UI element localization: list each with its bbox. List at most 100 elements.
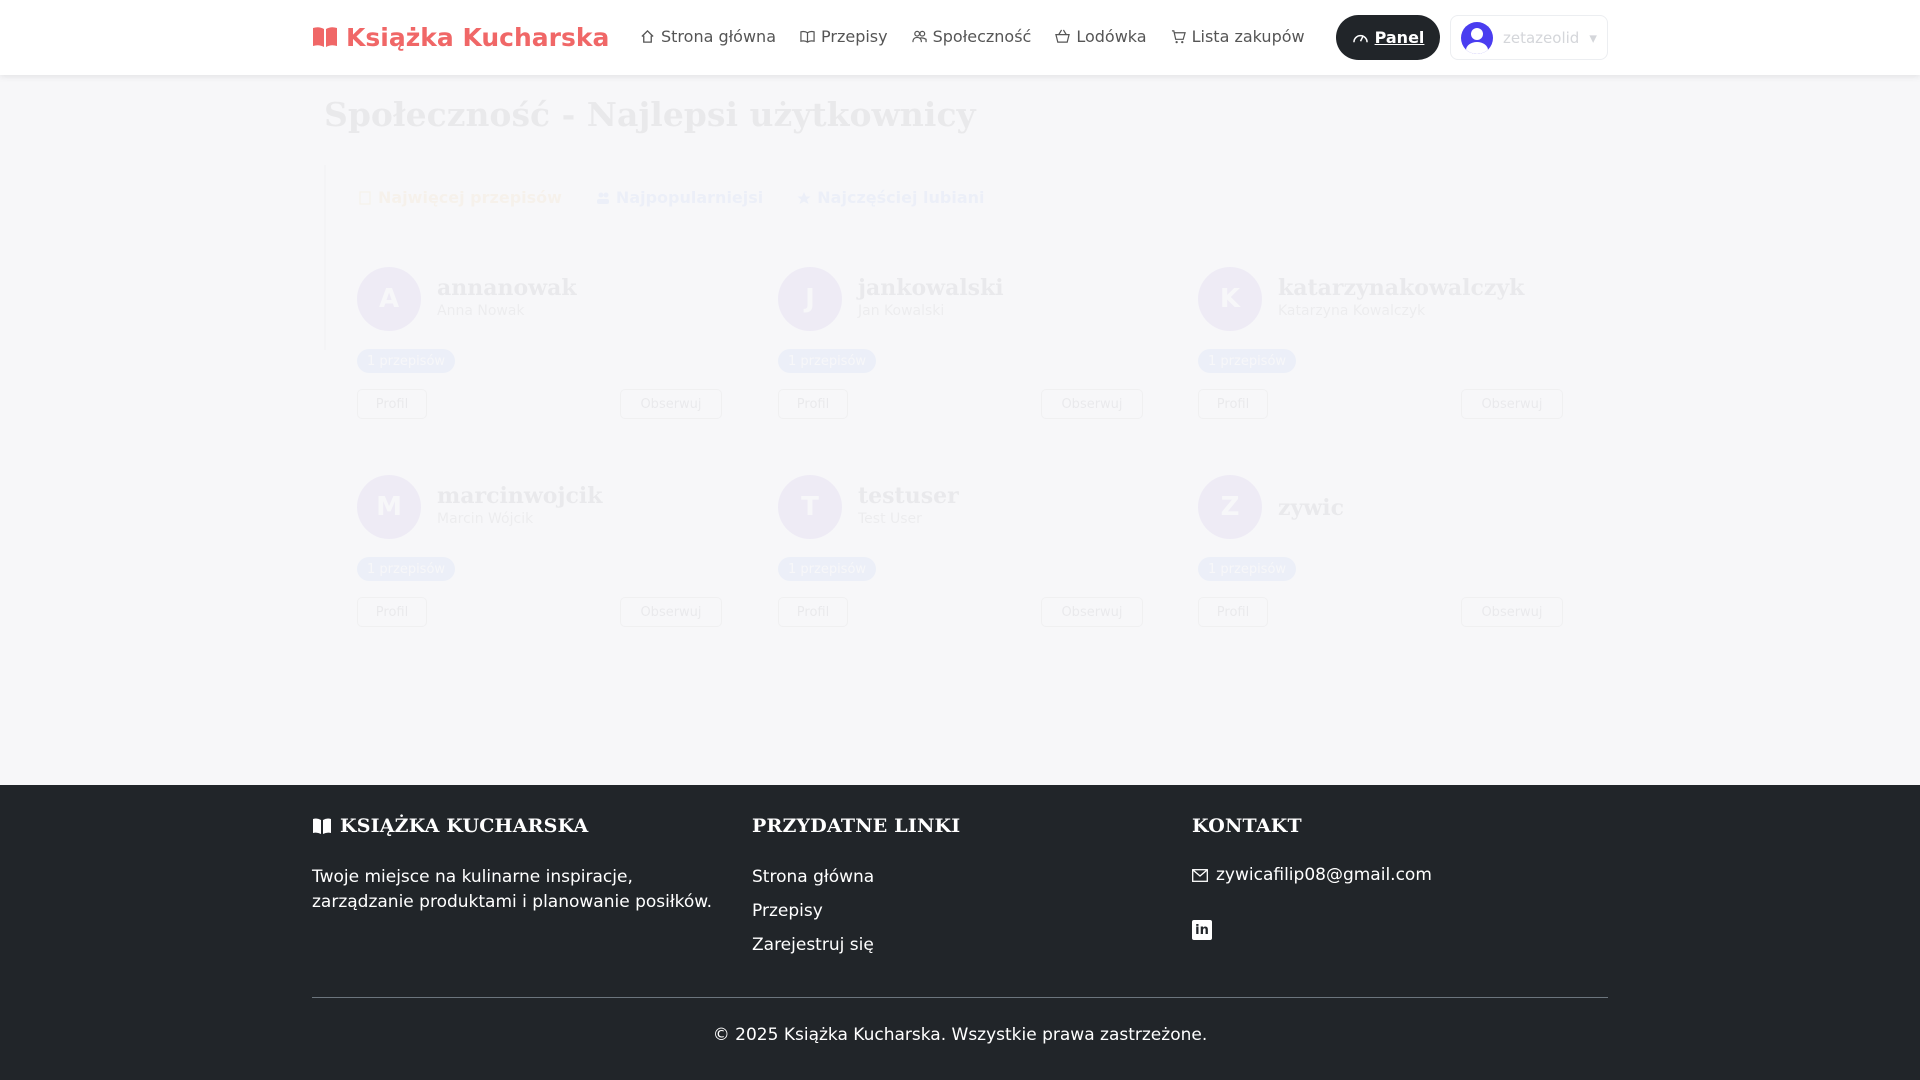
profile-button-label: Profil — [796, 396, 830, 412]
follow-button[interactable]: Obserwuj — [1461, 389, 1563, 419]
profile-button[interactable]: Profil — [357, 597, 427, 627]
follow-button-label: Obserwuj — [1061, 604, 1123, 620]
page-title: Społeczność - Najlepsi użytkownicy — [324, 95, 976, 134]
recipe-count-badge: 1 przepisów — [357, 557, 456, 581]
user-avatar: M — [357, 475, 421, 539]
profile-button[interactable]: Profil — [778, 389, 848, 419]
envelope-icon — [1192, 868, 1208, 882]
profile-button-label: Profil — [375, 604, 409, 620]
main-content: Społeczność - Najlepsi użytkownicy Najwi… — [0, 75, 1920, 785]
nav-fridge[interactable]: Lodówka — [1043, 22, 1158, 50]
user-username[interactable]: katarzynakowalczyk — [1278, 275, 1524, 301]
star-icon — [797, 191, 811, 204]
brand-link[interactable]: Książka Kucharska — [312, 20, 609, 54]
tab-most-popular[interactable]: Najpopularniejsi — [596, 188, 763, 207]
user-avatar: J — [778, 267, 842, 331]
user-username[interactable]: jankowalski — [858, 275, 1004, 301]
profile-button[interactable]: Profil — [357, 389, 427, 419]
user-fullname: Test User — [858, 511, 922, 527]
follow-button[interactable]: Obserwuj — [620, 597, 722, 627]
user-username[interactable]: zywic — [1278, 495, 1344, 521]
user-fullname: Katarzyna Kowalczyk — [1278, 303, 1426, 319]
user-username[interactable]: annanowak — [437, 275, 577, 301]
footer-description: Twoje miejsce na kulinarne inspiracje, z… — [312, 867, 713, 912]
nav-recipes[interactable]: Przepisy — [788, 22, 900, 50]
user-avatar: A — [357, 267, 421, 331]
footer-links-title: PRZYDATNE LINKI — [752, 815, 961, 837]
tab-most-recipes-label: Najwięcej przepisów — [378, 188, 562, 207]
nav-home-label: Strona główna — [661, 26, 776, 46]
people-icon — [911, 30, 927, 42]
book-icon — [359, 190, 371, 205]
navbar: Książka Kucharska Strona główna Przepisy… — [0, 0, 1920, 75]
follow-button-label: Obserwuj — [1481, 604, 1543, 620]
user-card: K katarzynakowalczyk Katarzyna Kowalczyk… — [1198, 267, 1563, 447]
nav-shopping-list-label: Lista zakupów — [1191, 26, 1305, 46]
open-book-icon — [313, 27, 337, 47]
speedometer-icon — [1352, 34, 1368, 43]
recipe-count-badge: 1 przepisów — [778, 557, 877, 581]
recipe-count-badge: 1 przepisów — [1198, 557, 1297, 581]
cart-icon — [1171, 29, 1186, 43]
follow-button-label: Obserwuj — [640, 604, 702, 620]
nav-community-label: Społeczność — [932, 26, 1032, 46]
user-card: J jankowalski Jan Kowalski 1 przepisów P… — [778, 267, 1143, 447]
basket-icon — [1055, 29, 1071, 43]
recipe-count-badge: 1 przepisów — [357, 349, 456, 373]
tabs: Najwięcej przepisów Najpopularniejsi Naj… — [358, 188, 984, 207]
tab-most-popular-label: Najpopularniejsi — [615, 188, 764, 207]
home-icon — [641, 29, 654, 43]
footer-link-home[interactable]: Strona główna — [752, 865, 874, 890]
panel-button[interactable]: Panel — [1336, 15, 1440, 60]
user-avatar: Z — [1198, 475, 1262, 539]
footer-link-recipes[interactable]: Przepisy — [752, 899, 874, 924]
linkedin-icon[interactable]: in — [1192, 920, 1212, 940]
nav-community[interactable]: Społeczność — [900, 22, 1044, 50]
user-username[interactable]: marcinwojcik — [437, 483, 602, 509]
profile-button[interactable]: Profil — [778, 597, 848, 627]
footer-divider — [312, 997, 1608, 998]
user-username[interactable]: testuser — [858, 483, 959, 509]
recipe-count-badge: 1 przepisów — [778, 349, 877, 373]
brand-text: Książka Kucharska — [346, 22, 610, 52]
user-menu-button[interactable]: zetazeolid ▾ — [1450, 15, 1608, 60]
footer-brand-text: KSIĄŻKA KUCHARSKA — [340, 815, 589, 837]
recipe-count-badge: 1 przepisów — [1198, 349, 1297, 373]
footer-links: Strona główna Przepisy Zarejestruj się — [752, 865, 874, 958]
nav-links: Strona główna Przepisy Społeczność Lodów… — [628, 22, 1317, 50]
user-card: M marcinwojcik Marcin Wójcik 1 przepisów… — [357, 475, 722, 655]
chevron-down-icon: ▾ — [1589, 28, 1597, 47]
profile-button[interactable]: Profil — [1198, 389, 1268, 419]
footer-copyright: © 2025 Książka Kucharska. Wszystkie praw… — [712, 1025, 1208, 1045]
follow-button[interactable]: Obserwuj — [620, 389, 722, 419]
profile-button-label: Profil — [1216, 396, 1250, 412]
nav-home[interactable]: Strona główna — [628, 22, 788, 50]
nav-fridge-label: Lodówka — [1076, 26, 1147, 46]
user-card: Z zywic 1 przepisów Profil Obserwuj — [1198, 475, 1563, 655]
follow-button-label: Obserwuj — [1481, 396, 1543, 412]
follow-button[interactable]: Obserwuj — [1041, 597, 1143, 627]
footer-brand: KSIĄŻKA KUCHARSKA — [312, 815, 588, 837]
profile-button[interactable]: Profil — [1198, 597, 1268, 627]
follow-button[interactable]: Obserwuj — [1461, 597, 1563, 627]
panel-label: Panel — [1374, 28, 1425, 47]
user-fullname: Jan Kowalski — [858, 303, 945, 319]
profile-button-label: Profil — [375, 396, 409, 412]
nav-shopping-list[interactable]: Lista zakupów — [1159, 22, 1317, 50]
user-fullname: Anna Nowak — [437, 303, 525, 319]
user-card: T testuser Test User 1 przepisów Profil … — [778, 475, 1143, 655]
footer-email[interactable]: zywicafilip08@gmail.com — [1192, 865, 1432, 885]
footer-contact-title: KONTAKT — [1192, 815, 1302, 837]
open-book-icon — [313, 818, 331, 834]
nav-recipes-label: Przepisy — [821, 26, 888, 46]
follow-button[interactable]: Obserwuj — [1041, 389, 1143, 419]
user-avatar: T — [778, 475, 842, 539]
footer-link-register[interactable]: Zarejestruj się — [752, 933, 874, 958]
tab-most-recipes[interactable]: Najwięcej przepisów — [358, 188, 562, 207]
user-avatar: K — [1198, 267, 1262, 331]
book-icon — [800, 30, 815, 43]
tab-most-liked[interactable]: Najczęściej lubiani — [797, 188, 984, 207]
user-card: A annanowak Anna Nowak 1 przepisów Profi… — [357, 267, 722, 447]
follow-button-label: Obserwuj — [1061, 396, 1123, 412]
profile-button-label: Profil — [1216, 604, 1250, 620]
